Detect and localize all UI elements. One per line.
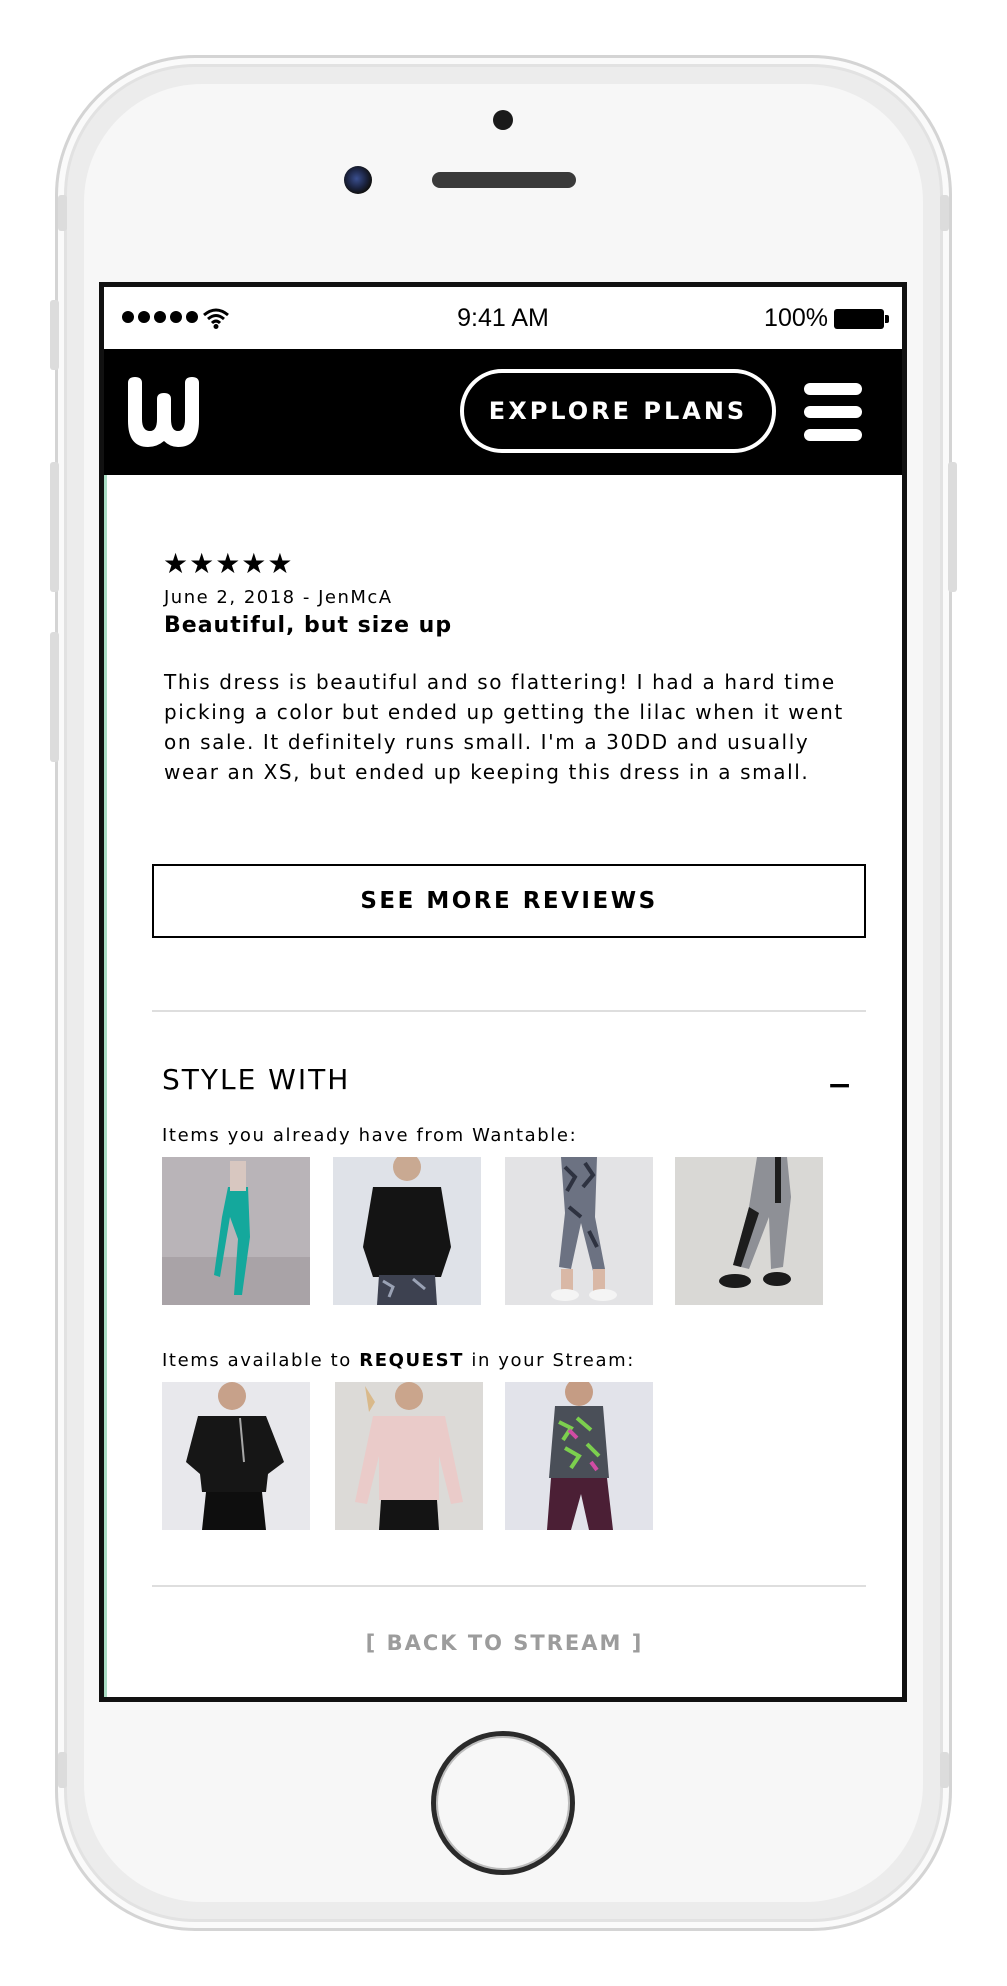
wantable-logo-icon[interactable] bbox=[124, 377, 202, 447]
request-item-printed-racerback-tank[interactable] bbox=[505, 1382, 653, 1530]
request-item-black-hooded-tee[interactable] bbox=[162, 1382, 310, 1530]
owned-item-black-cold-shoulder-top[interactable] bbox=[333, 1157, 481, 1305]
request-label-bold: REQUEST bbox=[359, 1350, 465, 1371]
section-divider-top bbox=[152, 1010, 866, 1012]
side-button-bottom-left bbox=[58, 1752, 67, 1788]
battery-icon bbox=[834, 309, 889, 329]
request-label-prefix: Items available to bbox=[162, 1350, 360, 1371]
see-more-reviews-button[interactable]: SEE MORE REVIEWS bbox=[152, 864, 866, 938]
earpiece-speaker bbox=[432, 172, 576, 188]
request-label-suffix: in your Stream: bbox=[464, 1350, 635, 1371]
review-date-author: June 2, 2018 - JenMcA bbox=[164, 587, 393, 608]
request-items-label: Items available to REQUEST in your Strea… bbox=[162, 1350, 635, 1371]
side-button-volume-down bbox=[50, 632, 59, 762]
owned-item-printed-capri-leggings[interactable] bbox=[505, 1157, 653, 1305]
section-divider-bottom bbox=[152, 1585, 866, 1587]
hamburger-menu-icon[interactable] bbox=[804, 383, 862, 441]
review-star-rating: ★★★★★ bbox=[163, 547, 294, 580]
collapse-minus-icon[interactable]: − bbox=[827, 1071, 852, 1101]
side-button-mute bbox=[50, 300, 59, 370]
battery-percentage: 100% bbox=[764, 304, 828, 332]
phone-screen: 9:41 AM 100% EXPLORE PLANS ★★★★★ June 2,… bbox=[99, 282, 907, 1702]
style-with-heading: STYLE WITH bbox=[162, 1063, 351, 1096]
owned-items-label: Items you already have from Wantable: bbox=[162, 1125, 578, 1146]
side-button-top-left bbox=[58, 195, 67, 231]
side-button-power bbox=[948, 462, 957, 592]
side-button-volume-up bbox=[50, 462, 59, 592]
back-to-stream-link[interactable]: [ BACK TO STREAM ] bbox=[107, 1630, 902, 1656]
home-button[interactable] bbox=[431, 1731, 575, 1875]
owned-item-grey-joggers[interactable] bbox=[675, 1157, 823, 1305]
side-button-top-right bbox=[940, 195, 949, 231]
status-bar: 9:41 AM 100% bbox=[104, 287, 902, 349]
side-button-bottom-right bbox=[940, 1752, 949, 1788]
front-camera bbox=[344, 166, 372, 194]
review-title: Beautiful, but size up bbox=[164, 613, 453, 638]
review-body: This dress is beautiful and so flatterin… bbox=[164, 670, 844, 784]
owned-item-teal-leggings[interactable] bbox=[162, 1157, 310, 1305]
proximity-sensor bbox=[493, 110, 513, 130]
request-item-pink-long-sleeve-top[interactable] bbox=[335, 1382, 483, 1530]
product-detail-content: ★★★★★ June 2, 2018 - JenMcA Beautiful, b… bbox=[104, 475, 902, 1697]
top-navbar: EXPLORE PLANS bbox=[104, 349, 902, 475]
explore-plans-button[interactable]: EXPLORE PLANS bbox=[460, 369, 776, 453]
